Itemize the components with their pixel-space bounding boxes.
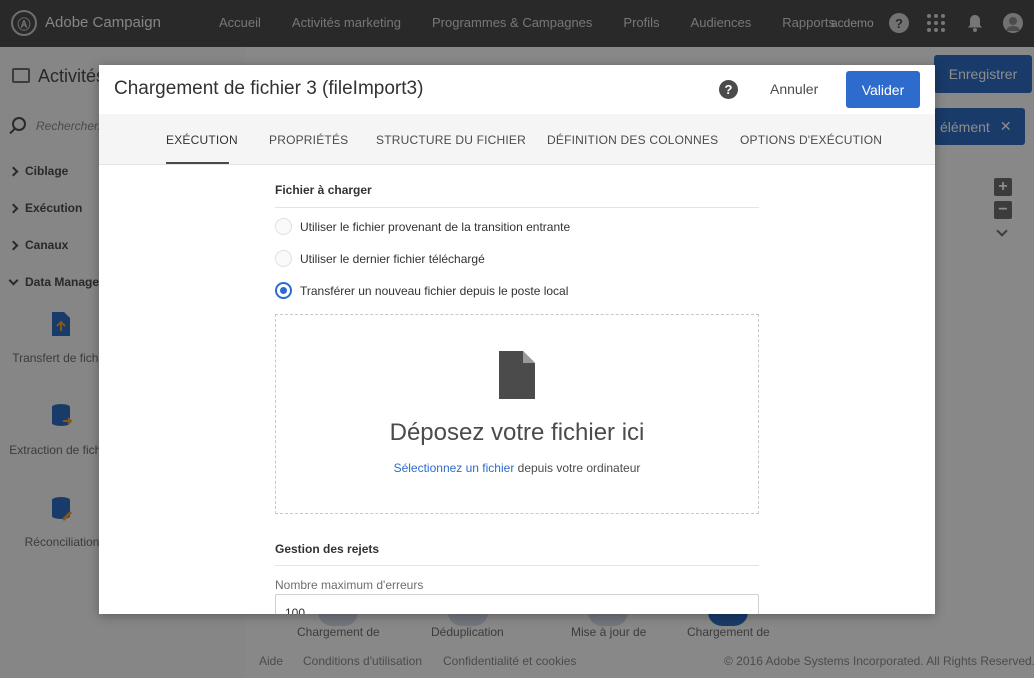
tab-file-structure[interactable]: STRUCTURE DU FICHIER: [376, 133, 526, 147]
option-upload-local[interactable]: Transférer un nouveau fichier depuis le …: [275, 282, 568, 299]
radio-button[interactable]: [275, 218, 292, 235]
validate-button[interactable]: Valider: [846, 71, 920, 108]
file-icon: [499, 351, 535, 399]
option-incoming-transition[interactable]: Utiliser le fichier provenant de la tran…: [275, 218, 570, 235]
select-file-link[interactable]: Sélectionnez un fichier: [394, 461, 515, 475]
tab-execution[interactable]: EXÉCUTION: [166, 133, 238, 147]
tab-properties[interactable]: PROPRIÉTÉS: [269, 133, 348, 147]
radio-button[interactable]: [275, 250, 292, 267]
dropzone-title: Déposez votre fichier ici: [389, 419, 645, 446]
divider: [275, 565, 759, 566]
option-last-downloaded[interactable]: Utiliser le dernier fichier téléchargé: [275, 250, 485, 267]
cancel-button[interactable]: Annuler: [770, 81, 818, 97]
dialog-tabs: EXÉCUTION PROPRIÉTÉS STRUCTURE DU FICHIE…: [99, 114, 935, 165]
rejects-heading: Gestion des rejets: [275, 542, 380, 556]
max-errors-label: Nombre maximum d'erreurs: [275, 578, 424, 592]
file-to-load-heading: Fichier à charger: [275, 183, 372, 197]
tab-execution-options[interactable]: OPTIONS D'EXÉCUTION: [740, 133, 882, 147]
dialog-title: Chargement de fichier 3 (fileImport3): [114, 78, 424, 99]
dropzone-subtitle: Sélectionnez un fichier depuis votre ord…: [393, 461, 641, 475]
active-tab-indicator: [166, 162, 229, 164]
radio-button-checked[interactable]: [275, 282, 292, 299]
help-icon[interactable]: ?: [719, 80, 738, 99]
tab-column-definition[interactable]: DÉFINITION DES COLONNES: [547, 133, 718, 147]
file-dropzone[interactable]: Déposez votre fichier ici Sélectionnez u…: [275, 314, 759, 514]
file-import-dialog: Chargement de fichier 3 (fileImport3) ? …: [99, 65, 935, 614]
divider: [275, 207, 759, 208]
max-errors-input[interactable]: 100: [275, 594, 759, 614]
